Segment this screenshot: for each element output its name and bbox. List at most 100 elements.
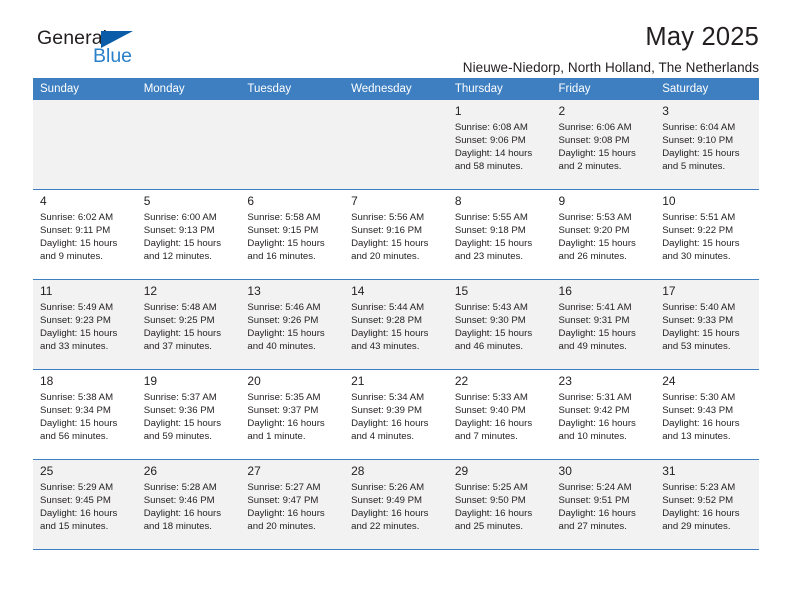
calendar-day-cell[interactable]: 21 Sunrise: 5:34 AM Sunset: 9:39 PM Dayligh… (344, 369, 448, 460)
day-number: 11 (40, 284, 53, 298)
daylight-text-line2: and 20 minutes. (351, 251, 420, 263)
sunset-text: Sunset: 9:23 PM (40, 315, 111, 327)
sunrise-text: Sunrise: 5:58 AM (247, 212, 321, 223)
day-cell-inner: 22 Sunrise: 5:33 AM Sunset: 9:40 PM Dayligh… (447, 370, 552, 459)
sunset-text: Sunset: 9:16 PM (351, 225, 423, 237)
calendar-day-cell[interactable]: 1 Sunrise: 6:08 AM Sunset: 9:06 PM Daylight… (447, 100, 552, 190)
daylight-text-line2: and 43 minutes. (351, 341, 420, 353)
calendar-day-cell[interactable]: 9 Sunrise: 5:53 AM Sunset: 9:20 PM Daylight… (551, 189, 656, 280)
sunrise-text: Sunrise: 5:24 AM (558, 482, 632, 493)
day-number: 12 (143, 284, 158, 298)
sunrise-text: Sunrise: 5:29 AM (40, 482, 114, 493)
sunrise-text: Sunrise: 5:27 AM (247, 482, 321, 493)
calendar-day-cell[interactable]: 6 Sunrise: 5:58 AM Sunset: 9:15 PM Daylight… (240, 189, 345, 280)
sunrise-text: Sunrise: 5:49 AM (40, 302, 114, 313)
daylight-text-line2: and 1 minute. (247, 431, 306, 443)
day-details: Sunrise: 5:55 AM Sunset: 9:18 PM Daylight:… (448, 211, 552, 263)
sunrise-text: Sunrise: 5:41 AM (558, 302, 632, 313)
daylight-text-line1: Daylight: 15 hours (247, 238, 325, 250)
sunset-text: Sunset: 9:18 PM (454, 225, 526, 237)
calendar-day-cell[interactable]: 19 Sunrise: 5:37 AM Sunset: 9:36 PM Dayligh… (136, 369, 241, 460)
day-number: 30 (558, 464, 572, 478)
day-cell-inner: 21 Sunrise: 5:34 AM Sunset: 9:39 PM Dayligh… (344, 370, 448, 459)
day-cell-inner: 20 Sunrise: 5:35 AM Sunset: 9:37 PM Dayligh… (240, 370, 345, 459)
day-details: Sunrise: 5:35 AM Sunset: 9:37 PM Daylight:… (240, 391, 344, 443)
calendar-day-cell[interactable]: 24 Sunrise: 5:30 AM Sunset: 9:43 PM Dayligh… (655, 369, 759, 460)
daylight-text-line1: Daylight: 15 hours (351, 328, 429, 340)
daylight-text-line2: and 56 minutes. (40, 431, 109, 443)
sunrise-text: Sunrise: 5:53 AM (558, 212, 632, 223)
sunset-text: Sunset: 9:15 PM (247, 225, 319, 237)
daylight-text-line1: Daylight: 15 hours (247, 328, 325, 340)
sunrise-text: Sunrise: 5:23 AM (662, 482, 736, 493)
calendar-cell-empty (136, 100, 241, 190)
calendar-day-cell[interactable]: 7 Sunrise: 5:56 AM Sunset: 9:16 PM Daylight… (344, 189, 448, 280)
calendar-day-cell[interactable]: 12 Sunrise: 5:48 AM Sunset: 9:25 PM Dayligh… (136, 279, 241, 370)
daylight-text-line2: and 16 minutes. (247, 251, 316, 263)
calendar-day-cell[interactable]: 25 Sunrise: 5:29 AM Sunset: 9:45 PM Dayligh… (33, 459, 137, 550)
calendar-day-cell[interactable]: 17 Sunrise: 5:40 AM Sunset: 9:33 PM Dayligh… (655, 279, 759, 370)
day-number: 27 (247, 464, 261, 478)
calendar-day-cell[interactable]: 11 Sunrise: 5:49 AM Sunset: 9:23 PM Dayligh… (33, 279, 137, 370)
sunrise-text: Sunrise: 6:04 AM (662, 122, 736, 133)
calendar-day-cell[interactable]: 23 Sunrise: 5:31 AM Sunset: 9:42 PM Dayligh… (551, 369, 656, 460)
day-cell-inner: 18 Sunrise: 5:38 AM Sunset: 9:34 PM Dayligh… (33, 370, 137, 459)
calendar-day-cell[interactable]: 20 Sunrise: 5:35 AM Sunset: 9:37 PM Dayligh… (240, 369, 345, 460)
day-number: 1 (454, 104, 462, 118)
daylight-text-line1: Daylight: 15 hours (143, 238, 222, 250)
daylight-text-line1: Daylight: 15 hours (351, 238, 429, 250)
weekday-header-friday: Friday (551, 78, 656, 100)
sunset-text: Sunset: 9:46 PM (143, 495, 215, 507)
calendar-day-cell[interactable]: 28 Sunrise: 5:26 AM Sunset: 9:49 PM Dayligh… (344, 459, 448, 550)
sunset-text: Sunset: 9:22 PM (662, 225, 734, 237)
calendar-day-cell[interactable]: 13 Sunrise: 5:46 AM Sunset: 9:26 PM Dayligh… (240, 279, 345, 370)
calendar-day-cell[interactable]: 10 Sunrise: 5:51 AM Sunset: 9:22 PM Dayligh… (655, 189, 759, 280)
weekday-header-tuesday: Tuesday (240, 78, 345, 100)
calendar-day-cell[interactable]: 8 Sunrise: 5:55 AM Sunset: 9:18 PM Daylight… (447, 189, 552, 280)
day-cell-inner: 27 Sunrise: 5:27 AM Sunset: 9:47 PM Dayligh… (240, 460, 345, 549)
daylight-text-line1: Daylight: 15 hours (558, 148, 636, 160)
daylight-text-line2: and 58 minutes. (454, 161, 524, 173)
calendar-day-cell[interactable]: 18 Sunrise: 5:38 AM Sunset: 9:34 PM Dayligh… (33, 369, 137, 460)
calendar-day-cell[interactable]: 30 Sunrise: 5:24 AM Sunset: 9:51 PM Dayligh… (551, 459, 656, 550)
day-cell-inner: 25 Sunrise: 5:29 AM Sunset: 9:45 PM Dayligh… (33, 460, 137, 549)
calendar-day-cell[interactable]: 27 Sunrise: 5:27 AM Sunset: 9:47 PM Dayligh… (240, 459, 345, 550)
calendar-day-cell[interactable]: 22 Sunrise: 5:33 AM Sunset: 9:40 PM Dayligh… (447, 369, 552, 460)
daylight-text-line1: Daylight: 15 hours (558, 238, 636, 250)
sunrise-sunset-calendar: Sunday Monday Tuesday Wednesday Thursday… (33, 78, 759, 550)
daylight-text-line1: Daylight: 15 hours (143, 418, 222, 430)
day-number: 24 (662, 374, 676, 388)
sunrise-text: Sunrise: 5:40 AM (662, 302, 736, 313)
day-details: Sunrise: 5:48 AM Sunset: 9:25 PM Daylight:… (137, 301, 241, 353)
daylight-text-line2: and 25 minutes. (454, 521, 524, 533)
day-number: 26 (143, 464, 158, 478)
daylight-text-line2: and 33 minutes. (40, 341, 109, 353)
day-details: Sunrise: 5:51 AM Sunset: 9:22 PM Daylight:… (655, 211, 759, 263)
calendar-day-cell[interactable]: 15 Sunrise: 5:43 AM Sunset: 9:30 PM Dayligh… (447, 279, 552, 370)
calendar-day-cell[interactable]: 26 Sunrise: 5:28 AM Sunset: 9:46 PM Dayligh… (136, 459, 241, 550)
day-number: 15 (454, 284, 469, 298)
day-cell-inner: 4 Sunrise: 6:02 AM Sunset: 9:11 PM Daylight… (33, 190, 137, 279)
calendar-day-cell[interactable]: 5 Sunrise: 6:00 AM Sunset: 9:13 PM Daylight… (136, 189, 241, 280)
calendar-day-cell[interactable]: 14 Sunrise: 5:44 AM Sunset: 9:28 PM Dayligh… (344, 279, 448, 370)
sunset-text: Sunset: 9:30 PM (454, 315, 526, 327)
calendar-day-cell[interactable]: 4 Sunrise: 6:02 AM Sunset: 9:11 PM Daylight… (33, 189, 137, 280)
day-number: 17 (662, 284, 676, 298)
calendar-day-cell[interactable]: 2 Sunrise: 6:06 AM Sunset: 9:08 PM Daylight… (551, 100, 656, 190)
calendar-day-cell[interactable]: 16 Sunrise: 5:41 AM Sunset: 9:31 PM Dayligh… (551, 279, 656, 370)
daylight-text-line1: Daylight: 15 hours (143, 328, 222, 340)
daylight-text-line1: Daylight: 16 hours (247, 508, 325, 520)
calendar-day-cell[interactable]: 31 Sunrise: 5:23 AM Sunset: 9:52 PM Dayligh… (655, 459, 759, 550)
sunset-text: Sunset: 9:33 PM (662, 315, 734, 327)
calendar-day-cell[interactable]: 29 Sunrise: 5:25 AM Sunset: 9:50 PM Dayligh… (447, 459, 552, 550)
daylight-text-line2: and 29 minutes. (662, 521, 731, 533)
day-cell-inner: 24 Sunrise: 5:30 AM Sunset: 9:43 PM Dayligh… (655, 370, 759, 459)
day-number: 3 (662, 104, 669, 118)
calendar-week-row: 1 Sunrise: 6:08 AM Sunset: 9:06 PM Daylight… (33, 100, 759, 190)
calendar-day-cell[interactable]: 3 Sunrise: 6:04 AM Sunset: 9:10 PM Daylight… (655, 100, 759, 190)
day-number: 31 (662, 464, 676, 478)
day-details: Sunrise: 5:38 AM Sunset: 9:34 PM Daylight:… (33, 391, 137, 443)
calendar-cell-empty (344, 100, 448, 190)
day-number: 16 (558, 284, 572, 298)
day-details: Sunrise: 5:46 AM Sunset: 9:26 PM Daylight:… (240, 301, 344, 353)
